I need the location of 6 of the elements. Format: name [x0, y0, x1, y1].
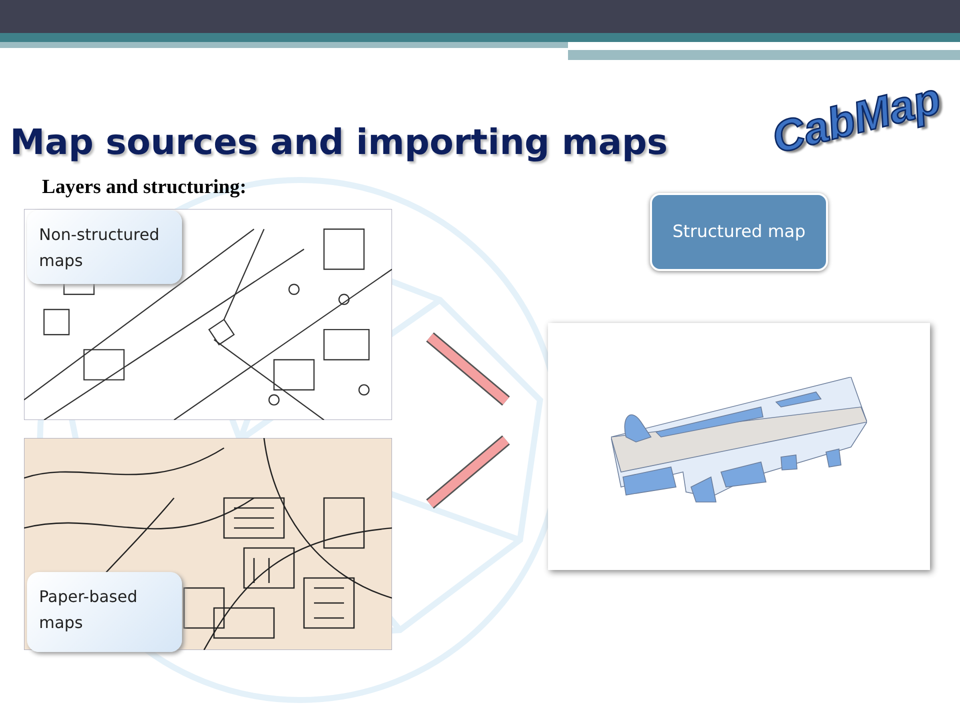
logo: CabMap — [767, 74, 946, 164]
map-label: Paper-based maps — [27, 572, 182, 652]
slide-title: Map sources and importing maps — [10, 123, 668, 163]
subtitle: Layers and structuring: — [41, 176, 248, 200]
structured-map-label: Structured map — [650, 193, 828, 271]
map-label: Non-structured maps — [27, 210, 182, 284]
